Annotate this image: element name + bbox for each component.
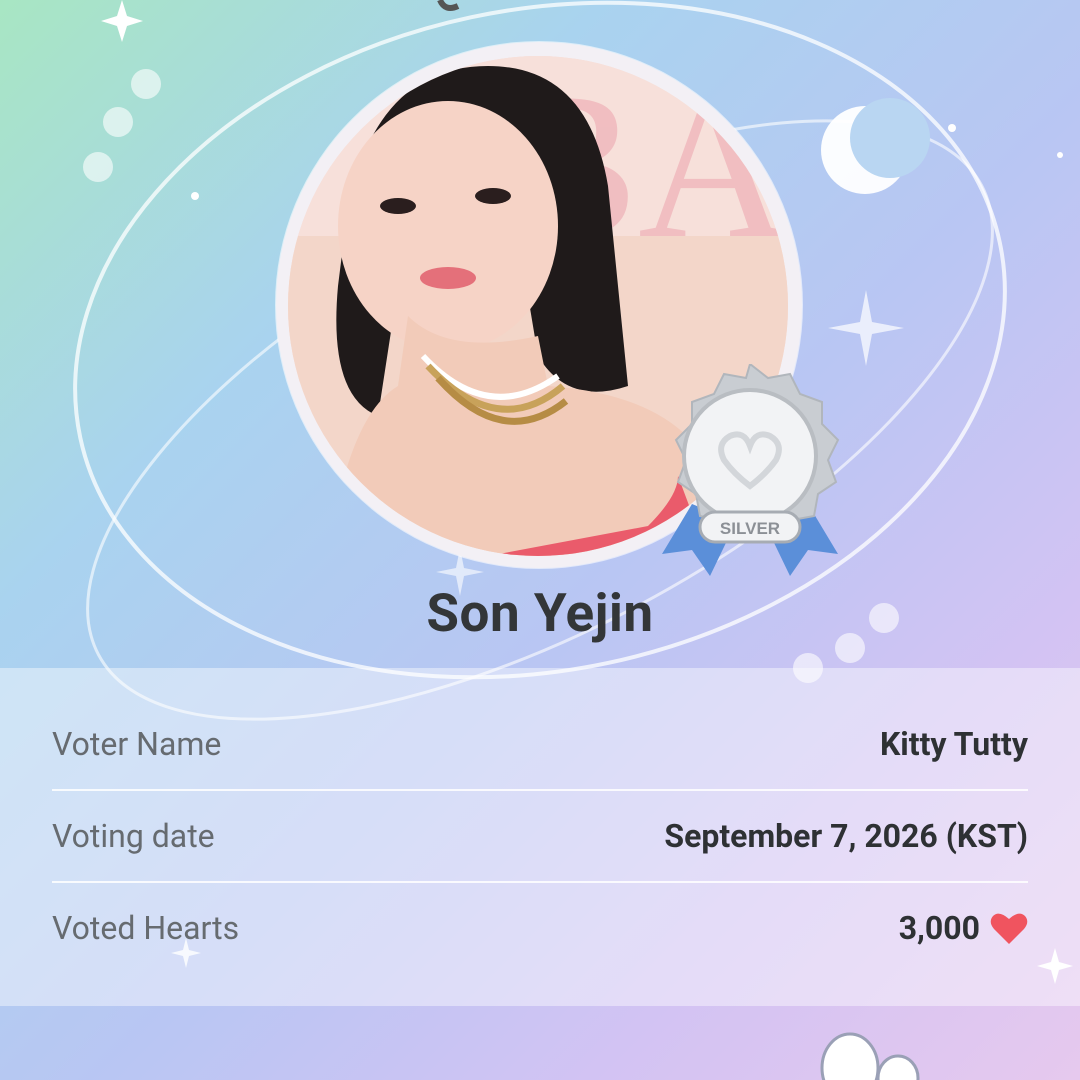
voted-hearts-value-group: 3,000 xyxy=(899,909,1028,947)
voter-name-value: Kitty Tutty xyxy=(879,725,1028,763)
voter-name-row: Voter Name Kitty Tutty xyxy=(52,698,1028,790)
bunny-decoration xyxy=(820,1032,920,1080)
heart-icon xyxy=(990,913,1028,944)
vote-details-panel: Voter Name Kitty Tutty Voting date Septe… xyxy=(0,668,1080,1006)
silver-badge: SILVER xyxy=(662,364,840,576)
voted-hearts-row: Voted Hearts 3,000 xyxy=(52,882,1028,974)
voting-date-row: Voting date September 7, 2026 (KST) xyxy=(52,790,1028,882)
voting-date-label: Voting date xyxy=(52,817,215,855)
voted-hearts-value: 3,000 xyxy=(898,909,980,947)
moon-icon xyxy=(821,98,930,194)
voted-hearts-label: Voted Hearts xyxy=(52,909,240,947)
idol-name: Son Yejin xyxy=(426,582,654,644)
voting-date-value: September 7, 2026 (KST) xyxy=(664,817,1028,855)
badge-label: SILVER xyxy=(720,519,780,538)
voter-name-label: Voter Name xyxy=(52,725,222,763)
